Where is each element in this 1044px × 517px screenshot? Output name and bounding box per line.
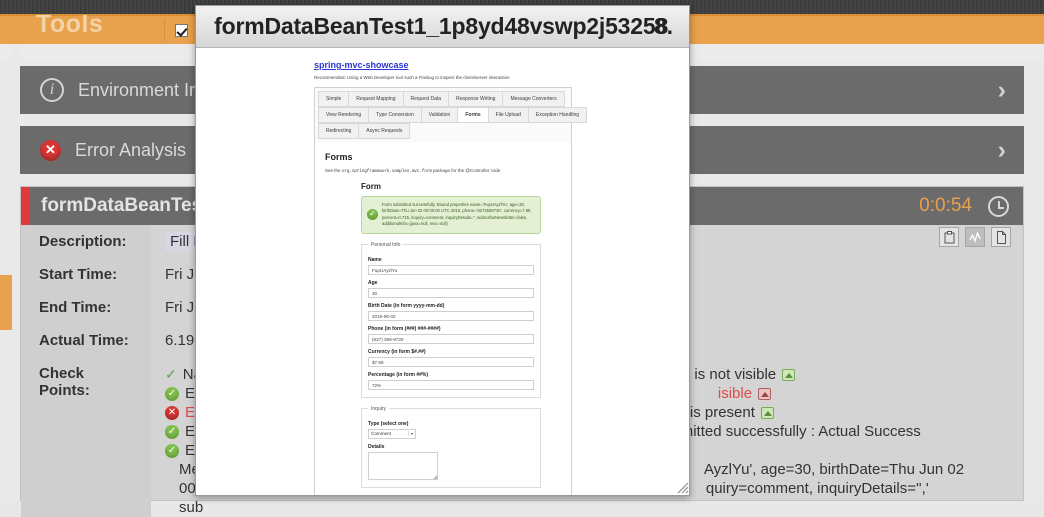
- percentage-input[interactable]: 72%: [368, 380, 534, 390]
- check-icon: ✓: [165, 365, 177, 384]
- info-icon: i: [40, 78, 64, 102]
- tab-type-conversion[interactable]: Type Conversion: [368, 107, 422, 123]
- phone-input[interactable]: (827) 358-9730: [368, 334, 534, 344]
- left-rail: [12, 44, 20, 501]
- check-point-text-right: isible: [718, 384, 752, 403]
- name-input[interactable]: FupUAyzlYu: [368, 265, 534, 275]
- modal-body: spring-mvc-showcase Recommended: Using a…: [196, 48, 690, 496]
- tab-response-writing[interactable]: Response Writing: [448, 91, 503, 107]
- label-actual-time: Actual Time:: [21, 324, 151, 357]
- toolbar-divider: [164, 19, 165, 41]
- success-alert-text: Form submitted successfully. Bound prope…: [382, 202, 532, 226]
- form-section: Form ✓ Form submitted successfully. Boun…: [361, 182, 541, 496]
- label-start-time: Start Time:: [21, 258, 151, 291]
- birth-date-input[interactable]: 2016-06-02: [368, 311, 534, 321]
- screenshot-icon[interactable]: [761, 407, 774, 419]
- screenshot-modal: formDataBeanTest1_1p8yd48vswp2j532588. s…: [195, 5, 690, 496]
- details-textarea[interactable]: [368, 452, 438, 480]
- screenshot-icon[interactable]: [782, 369, 795, 381]
- age-input[interactable]: 30: [368, 288, 534, 298]
- message-right: AyzlYu', age=30, birthDate=Thu Jun 02: [704, 460, 964, 479]
- left-edge-tab[interactable]: [0, 275, 12, 330]
- label-check-points: CheckPoints:: [21, 357, 151, 399]
- inquiry-legend: Inquiry: [368, 406, 389, 412]
- pass-icon: ✓: [165, 444, 179, 458]
- showcase-screenshot: spring-mvc-showcase Recommended: Using a…: [196, 48, 690, 496]
- controller-package: org.springframework.samples.mvc.form: [342, 169, 432, 174]
- phone-label: Phone (in form (###) ###-####): [368, 326, 534, 332]
- showcase-tabs: Simple Request Mapping Request Data Resp…: [314, 87, 572, 143]
- test-case-title: formDataBeanTest1: [41, 195, 219, 217]
- clock-icon: [988, 196, 1009, 217]
- showcase-tab-row-2: View Rendering Type Conversion Validatio…: [318, 107, 568, 123]
- tab-request-mapping[interactable]: Request Mapping: [348, 91, 403, 107]
- birth-date-label: Birth Date (in form yyyy-mm-dd): [368, 303, 534, 309]
- form-heading: Form: [361, 182, 541, 191]
- app-brand: Tools: [36, 15, 154, 45]
- chevron-right-icon[interactable]: ›: [998, 136, 1006, 165]
- showcase-link[interactable]: spring-mvc-showcase: [314, 60, 690, 70]
- age-label: Age: [368, 280, 534, 286]
- tab-view-rendering[interactable]: View Rendering: [318, 107, 369, 123]
- showcase-tab-row-3: Redirecting Async Requests: [318, 123, 568, 139]
- inquiry-type-value: Comment: [371, 431, 391, 436]
- error-analysis-label: Error Analysis: [75, 140, 186, 161]
- check-point-text-right: nitted successfully : Actual Success: [685, 422, 921, 441]
- tab-exception-handling[interactable]: Exception Handling: [528, 107, 587, 123]
- currency-input[interactable]: $7.89: [368, 357, 534, 367]
- screenshot-icon[interactable]: [758, 388, 771, 400]
- modal-title-tail: 8.: [654, 13, 673, 39]
- currency-label: Currency (in form $#.##): [368, 349, 534, 355]
- success-icon: ✓: [367, 209, 378, 220]
- personal-info-legend: Personal Info: [368, 242, 403, 248]
- label-description: Description:: [21, 225, 151, 258]
- resize-handle[interactable]: [677, 482, 689, 494]
- inquiry-type-label: Type (select one): [368, 421, 534, 427]
- showcase-note: Recommended: Using a Web Developer tool …: [314, 75, 690, 80]
- check-point-text-right: is present: [690, 403, 755, 422]
- showcase-content: Forms See the org.springframework.sample…: [314, 142, 572, 496]
- tab-file-upload[interactable]: File Upload: [488, 107, 529, 123]
- environment-info-label: Environment Info: [78, 80, 214, 101]
- personal-info-fieldset: Personal Info Name FupUAyzlYu Age 30 Bir…: [361, 242, 541, 398]
- chevron-down-icon: ▾: [408, 431, 413, 436]
- modal-title: formDataBeanTest1_1p8yd48vswp2j532588.: [214, 13, 673, 40]
- tab-request-data[interactable]: Request Data: [403, 91, 450, 107]
- chevron-right-icon[interactable]: ›: [998, 76, 1006, 105]
- details-label: Details: [368, 444, 534, 450]
- label-end-time: End Time:: [21, 291, 151, 324]
- inquiry-type-select[interactable]: Comment ▾: [368, 429, 416, 439]
- pass-icon: ✓: [165, 425, 179, 439]
- tab-simple[interactable]: Simple: [318, 91, 349, 107]
- modal-titlebar[interactable]: formDataBeanTest1_1p8yd48vswp2j532588.: [196, 6, 690, 48]
- showcase-tab-row-1: Simple Request Mapping Request Data Resp…: [318, 91, 568, 107]
- tab-redirecting[interactable]: Redirecting: [318, 123, 359, 139]
- tab-message-converters[interactable]: Message Converters: [502, 91, 564, 107]
- tab-forms[interactable]: Forms: [457, 107, 488, 123]
- error-icon: ✕: [40, 140, 61, 161]
- modal-title-main: formDataBeanTest1_1p8yd48vswp2j53258: [214, 13, 668, 39]
- tab-async-requests[interactable]: Async Requests: [358, 123, 410, 139]
- inquiry-fieldset: Inquiry Type (select one) Comment ▾ Deta…: [361, 406, 541, 488]
- forms-heading: Forms: [325, 152, 563, 162]
- field-labels-column: Description: Start Time: End Time: Actua…: [21, 225, 151, 517]
- percentage-label: Percentage (in form ##%): [368, 372, 534, 378]
- forms-subnote: See the org.springframework.samples.mvc.…: [325, 168, 563, 174]
- tab-validation[interactable]: Validation: [421, 107, 459, 123]
- success-alert: ✓ Form submitted successfully. Bound pro…: [361, 196, 541, 234]
- pass-checkbox[interactable]: [175, 24, 188, 37]
- test-case-timer: 0:0:54: [919, 195, 972, 217]
- fail-icon: ✕: [165, 406, 179, 420]
- check-point-text-right: is not visible: [694, 365, 776, 384]
- message-right: quiry=comment, inquiryDetails='',': [706, 479, 929, 498]
- pass-icon: ✓: [165, 387, 179, 401]
- status-bar-fail: [21, 187, 29, 225]
- name-label: Name: [368, 257, 534, 263]
